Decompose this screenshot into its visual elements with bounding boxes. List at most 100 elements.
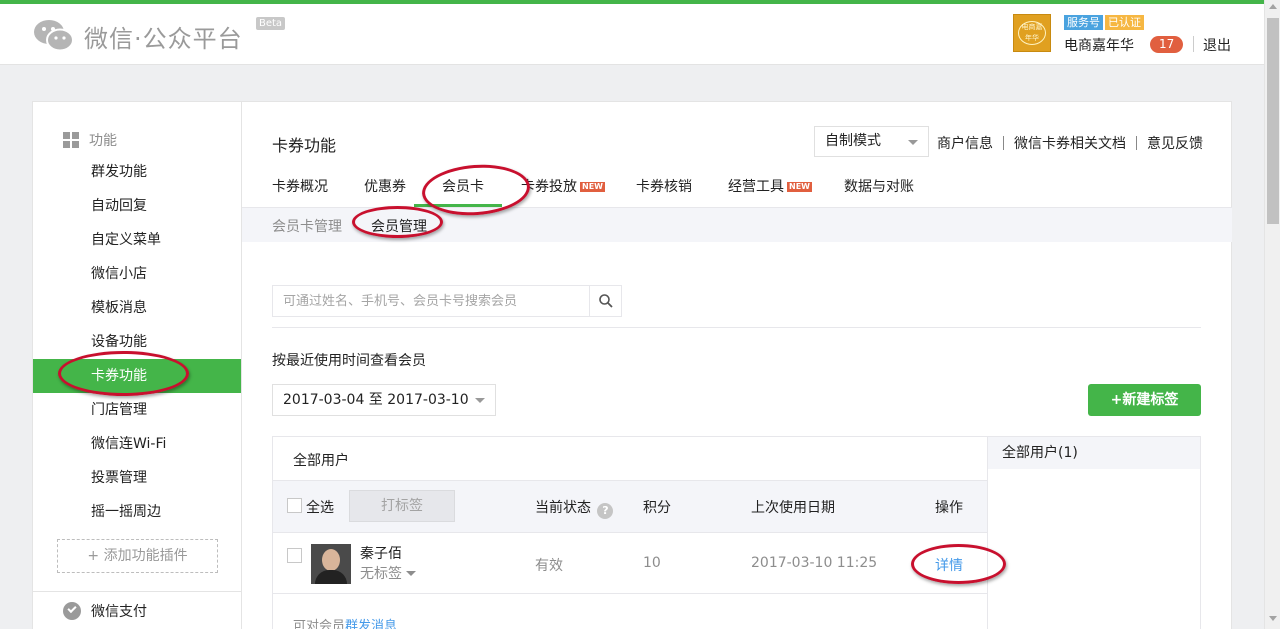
logo[interactable]: 微信·公众平台 [32, 18, 243, 54]
divider [272, 327, 1201, 328]
group-all-users[interactable]: 全部用户(1) [988, 437, 1200, 469]
top-links: 商户信息 微信卡券相关文档 意见反馈 [937, 133, 1203, 153]
sidebar-item-auto-reply[interactable]: 自动回复 [33, 189, 241, 223]
select-all-label[interactable]: 全选 [306, 497, 334, 517]
apply-tag-button[interactable]: 打标签 [349, 490, 455, 522]
scroll-up-icon[interactable] [1269, 4, 1277, 9]
header-divider [1193, 36, 1194, 52]
chevron-down-icon [406, 571, 416, 576]
footer-prefix: 可对会员 [293, 619, 346, 629]
new-tag-button[interactable]: +新建标签 [1088, 384, 1201, 416]
sub-navigation: 会员卡管理 会员管理 [242, 207, 1232, 242]
tab-distribution-label: 卡券投放 [521, 179, 577, 195]
sidebar-item-wechat-store[interactable]: 微信小店 [33, 257, 241, 291]
tab-overview[interactable]: 卡券概况 [272, 176, 328, 196]
member-last-used: 2017-03-10 11:25 [751, 555, 878, 571]
sidebar-item-template-message[interactable]: 模板消息 [33, 291, 241, 325]
chevron-down-icon [475, 398, 485, 403]
user-group-panel: 全部用户(1) [987, 436, 1201, 629]
new-badge: NEW [787, 182, 812, 192]
subtab-member-management[interactable]: 会员管理 [371, 216, 427, 236]
tab-business-tools[interactable]: 经营工具 NEW [728, 176, 812, 196]
tab-distribution[interactable]: 卡券投放 NEW [521, 176, 605, 196]
sidebar-section-header: 功能 [63, 130, 117, 150]
scroll-down-icon[interactable] [1269, 616, 1277, 621]
message-count-badge[interactable]: 17 [1150, 36, 1184, 53]
member-search [272, 285, 622, 317]
sidebar-item-shake[interactable]: 摇一摇周边 [33, 495, 241, 529]
feedback-link[interactable]: 意见反馈 [1147, 133, 1203, 153]
filter-label: 按最近使用时间查看会员 [272, 353, 426, 369]
member-search-input[interactable] [273, 286, 591, 316]
member-tag-label: 无标签 [360, 566, 402, 582]
sidebar-item-voting[interactable]: 投票管理 [33, 461, 241, 495]
sidebar-item-wechat-pay[interactable]: 微信支付 [63, 601, 147, 621]
scroll-thumb[interactable] [1267, 18, 1279, 224]
account-name[interactable]: 电商嘉年华 [1064, 35, 1134, 55]
tab-business-tools-label: 经营工具 [728, 179, 784, 195]
sidebar-item-card-coupon[interactable]: 卡券功能 [33, 359, 241, 393]
page-title: 卡券功能 [272, 136, 337, 155]
member-table: 全部用户 全选 打标签 当前状态 ? 积分 上次使用日期 操作 秦子佰 无标签 … [272, 436, 988, 629]
date-range-value: 2017-03-04 至 2017-03-10 [283, 392, 469, 408]
sidebar-item-wifi[interactable]: 微信连Wi-Fi [33, 427, 241, 461]
row-checkbox[interactable] [287, 548, 302, 563]
link-divider [1136, 136, 1137, 150]
account-avatar[interactable]: 电商嘉年华 [1013, 14, 1051, 52]
table-footer-note: 可对会员群发消息 [293, 615, 397, 629]
sidebar-item-custom-menu[interactable]: 自定义菜单 [33, 223, 241, 257]
verified-badge: 已认证 [1105, 15, 1144, 30]
table-header: 全选 打标签 当前状态 ? 积分 上次使用日期 操作 [273, 480, 988, 533]
sidebar-item-device[interactable]: 设备功能 [33, 325, 241, 359]
sidebar: 功能 群发功能 自动回复 自定义菜单 微信小店 模板消息 设备功能 卡券功能 门… [33, 102, 242, 629]
subtab-card-management[interactable]: 会员卡管理 [272, 216, 342, 236]
mode-select[interactable]: 自制模式 [814, 126, 929, 157]
main-area: 卡券功能 自制模式 商户信息 微信卡券相关文档 意见反馈 卡券概况 优惠券 会员… [242, 102, 1232, 629]
tab-bar: 卡券概况 优惠券 会员卡 卡券投放 NEW 卡券核销 经营工具 NEW 数据与对账 [242, 166, 1232, 208]
column-points: 积分 [643, 500, 671, 516]
content-panel: 功能 群发功能 自动回复 自定义菜单 微信小店 模板消息 设备功能 卡券功能 门… [32, 101, 1232, 629]
account-avatar-text: 电商嘉年华 [1018, 21, 1046, 45]
search-button[interactable] [589, 286, 621, 316]
column-status: 当前状态 ? [535, 497, 614, 519]
member-tag-dropdown[interactable]: 无标签 [360, 563, 416, 583]
column-actions: 操作 [935, 500, 963, 516]
member-status: 有效 [535, 558, 563, 574]
table-row: 秦子佰 无标签 有效 10 2017-03-10 11:25 详情 [273, 534, 988, 594]
logo-text: 微信·公众平台 [84, 24, 243, 53]
tab-coupons[interactable]: 优惠券 [364, 176, 406, 196]
date-range-select[interactable]: 2017-03-04 至 2017-03-10 [272, 384, 496, 416]
link-divider [1003, 136, 1004, 150]
grid-icon [63, 132, 79, 148]
header: 微信·公众平台 Beta 电商嘉年华 服务号 已认证 电商嘉年华 17 退出 [0, 4, 1264, 65]
sidebar-divider [33, 591, 241, 592]
chevron-down-icon [908, 140, 918, 145]
mass-message-link[interactable]: 群发消息 [345, 619, 397, 629]
wechat-logo-icon [32, 18, 76, 54]
column-status-label: 当前状态 [535, 500, 591, 516]
table-title: 全部用户 [293, 453, 349, 469]
add-plugin-button[interactable]: + 添加功能插件 [57, 539, 218, 573]
wechat-pay-label: 微信支付 [91, 604, 147, 620]
sidebar-item-store-management[interactable]: 门店管理 [33, 393, 241, 427]
select-all-checkbox[interactable] [287, 498, 302, 513]
sidebar-item-mass-send[interactable]: 群发功能 [33, 155, 241, 189]
member-name: 秦子佰 [360, 546, 402, 562]
member-points: 10 [643, 555, 661, 571]
tab-redemption[interactable]: 卡券核销 [636, 176, 692, 196]
service-account-badge: 服务号 [1064, 15, 1103, 30]
page-scrollbar[interactable] [1264, 0, 1280, 629]
mode-select-value: 自制模式 [825, 133, 881, 149]
help-icon[interactable]: ? [597, 503, 614, 519]
merchant-info-link[interactable]: 商户信息 [937, 133, 993, 153]
avatar [311, 544, 351, 584]
card-docs-link[interactable]: 微信卡券相关文档 [1014, 133, 1126, 153]
wechat-pay-icon [63, 602, 81, 620]
logout-link[interactable]: 退出 [1203, 35, 1231, 55]
tab-data-reconciliation[interactable]: 数据与对账 [844, 176, 914, 196]
details-link[interactable]: 详情 [935, 555, 963, 575]
new-badge: NEW [580, 182, 605, 192]
sidebar-section-title: 功能 [89, 133, 117, 149]
tab-member-card[interactable]: 会员卡 [442, 176, 484, 196]
search-icon [599, 294, 613, 308]
